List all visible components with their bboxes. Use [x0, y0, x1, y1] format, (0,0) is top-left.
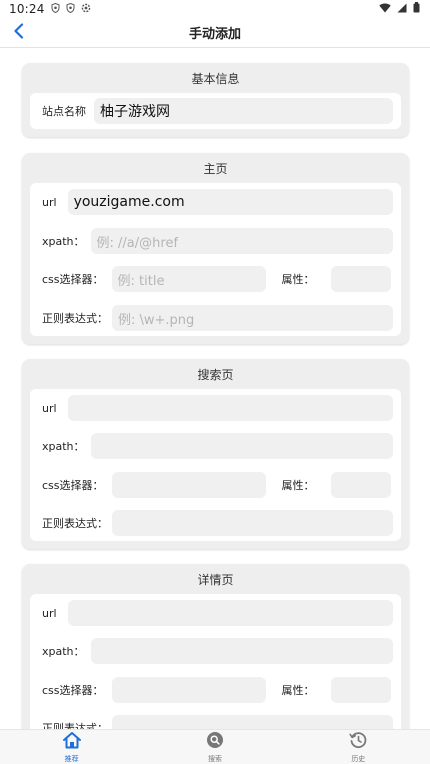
page-title: 手动添加 [188, 27, 241, 42]
section-card: url xpath： css选择器： 属性： 正则表达式： [30, 594, 401, 729]
bottom-nav: 推荐 搜索 历史 [0, 729, 430, 764]
home-css-row: css选择器： 例: title 属性： [30, 265, 401, 293]
section-card: 站点名称 柚子游戏网 [30, 93, 401, 129]
battery-icon [413, 2, 420, 16]
nav-item-recommend[interactable]: 推荐 [0, 730, 143, 764]
section-title: 基本信息 [191, 71, 240, 86]
url-label: url [42, 606, 57, 620]
search-regex-row: 正则表达式： [30, 509, 401, 537]
wifi-icon [379, 2, 391, 16]
detail-css-input[interactable] [111, 677, 266, 703]
app-bar: 手动添加 [0, 18, 430, 48]
url-label: url [42, 401, 57, 415]
url-label: url [42, 195, 57, 209]
home-regex-row: 正则表达式： 例: \w+.png [30, 304, 401, 332]
section-title: 详情页 [197, 572, 234, 587]
back-button[interactable] [6, 20, 32, 46]
detail-url-row: url [30, 599, 401, 627]
css-selector-label: css选择器： [42, 273, 104, 286]
attribute-label: 属性： [281, 273, 315, 286]
home-xpath-row: xpath： 例: //a/@href [30, 227, 401, 255]
search-xpath-row: xpath： [30, 432, 401, 460]
shield-icon [66, 2, 75, 16]
detail-css-row: css选择器： 属性： [30, 676, 401, 704]
search-url-row: url [30, 394, 401, 422]
home-regex-input[interactable]: 例: \w+.png [112, 305, 393, 331]
attribute-label: 属性： [281, 684, 315, 697]
settings-icon [81, 3, 91, 16]
search-css-row: css选择器： 属性： [30, 471, 401, 499]
detail-regex-row: 正则表达式： [30, 714, 401, 729]
site-name-label: 站点名称 [42, 105, 86, 118]
nav-label: 历史 [351, 754, 366, 763]
status-bar: 10:24 [0, 0, 430, 18]
search-url-input[interactable] [67, 395, 393, 421]
signal-icon [397, 2, 407, 16]
chevron-left-icon [13, 23, 25, 43]
section-search: 搜索页 url xpath： css选择器： 属性： 正则表达式： [22, 359, 409, 549]
detail-xpath-input[interactable] [90, 638, 393, 664]
search-attribute-input[interactable] [330, 472, 391, 498]
nav-item-search[interactable]: 搜索 [143, 730, 286, 764]
css-selector-label: css选择器： [42, 684, 104, 697]
section-detail: 详情页 url xpath： css选择器： 属性： 正则表达式： [22, 564, 409, 729]
nav-label: 搜索 [207, 754, 222, 763]
section-basic-info: 基本信息 站点名称 柚子游戏网 [22, 63, 409, 137]
regex-label: 正则表达式： [42, 312, 108, 325]
section-title: 搜索页 [197, 367, 234, 382]
attribute-label: 属性： [281, 479, 315, 492]
section-title: 主页 [203, 161, 228, 176]
xpath-label: xpath： [42, 645, 85, 658]
home-url-row: url youzigame.com [30, 188, 401, 216]
detail-xpath-row: xpath： [30, 637, 401, 665]
section-card: url xpath： css选择器： 属性： 正则表达式： [30, 389, 401, 541]
section-card: url youzigame.com xpath： 例: //a/@href cs… [30, 183, 401, 336]
search-css-input[interactable] [111, 472, 266, 498]
home-url-input[interactable]: youzigame.com [67, 189, 393, 215]
search-icon [206, 731, 224, 753]
nav-label: 推荐 [64, 754, 79, 763]
search-regex-input[interactable] [112, 510, 393, 536]
regex-label: 正则表达式： [42, 722, 108, 729]
regex-label: 正则表达式： [42, 517, 108, 530]
detail-regex-input[interactable] [112, 715, 393, 729]
history-icon [349, 731, 367, 753]
home-icon [62, 731, 82, 753]
xpath-label: xpath： [42, 235, 85, 248]
xpath-label: xpath： [42, 440, 85, 453]
css-selector-label: css选择器： [42, 479, 104, 492]
form-scroll-area[interactable]: 基本信息 站点名称 柚子游戏网 主页 url youzigame.com xpa… [0, 49, 430, 729]
nav-item-history[interactable]: 历史 [287, 730, 430, 764]
status-right [379, 2, 420, 16]
site-name-row: 站点名称 柚子游戏网 [30, 97, 401, 125]
detail-attribute-input[interactable] [330, 677, 391, 703]
search-xpath-input[interactable] [90, 433, 393, 459]
home-xpath-input[interactable]: 例: //a/@href [90, 228, 393, 254]
detail-url-input[interactable] [67, 600, 393, 626]
home-attribute-input[interactable] [330, 266, 391, 292]
shield-icon [51, 2, 60, 16]
section-home: 主页 url youzigame.com xpath： 例: //a/@href… [22, 153, 409, 344]
site-name-input[interactable]: 柚子游戏网 [94, 98, 393, 124]
status-left: 10:24 [9, 2, 91, 16]
status-time: 10:24 [9, 2, 45, 16]
home-css-input[interactable]: 例: title [111, 266, 266, 292]
